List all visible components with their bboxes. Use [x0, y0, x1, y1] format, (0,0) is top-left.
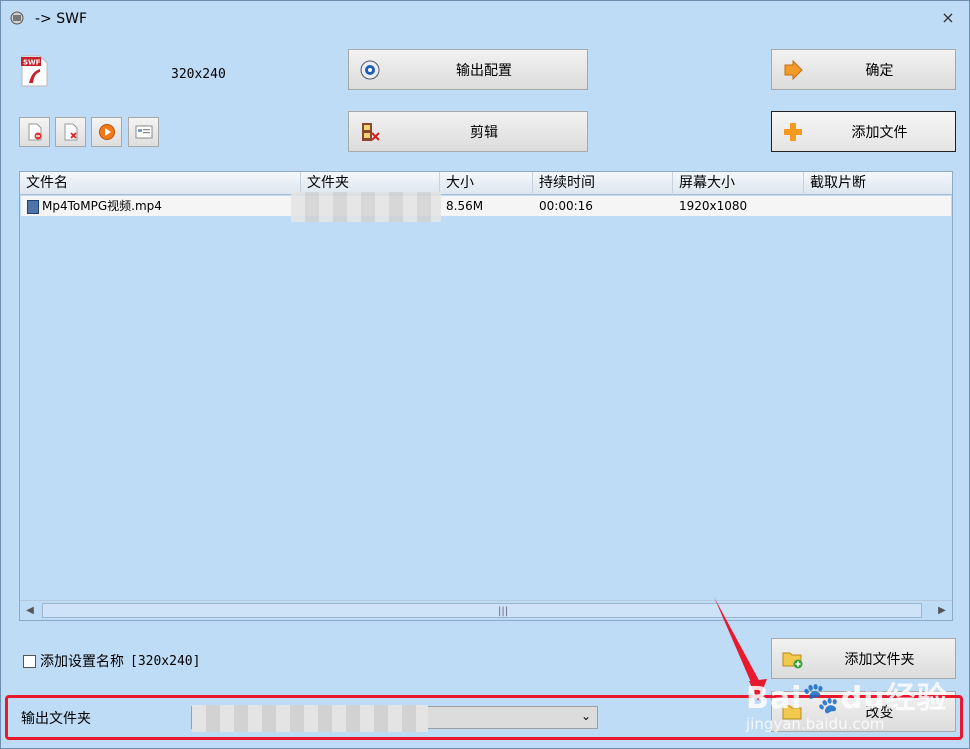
watermark-site: jingyan.baidu.com	[746, 715, 885, 733]
main-window: -> SWF × SWF 320x240 输出配置 剪辑 确定 添加文件 文件名	[0, 0, 970, 749]
annotation-arrow	[714, 597, 767, 701]
watermark-cn: 经验	[885, 681, 948, 716]
baidu-watermark: Bai🐾du经验 jingyan.baidu.com	[746, 673, 948, 733]
paw-icon: 🐾	[802, 681, 841, 716]
watermark-brand2: du	[840, 681, 886, 716]
watermark-brand: Bai	[746, 681, 803, 716]
